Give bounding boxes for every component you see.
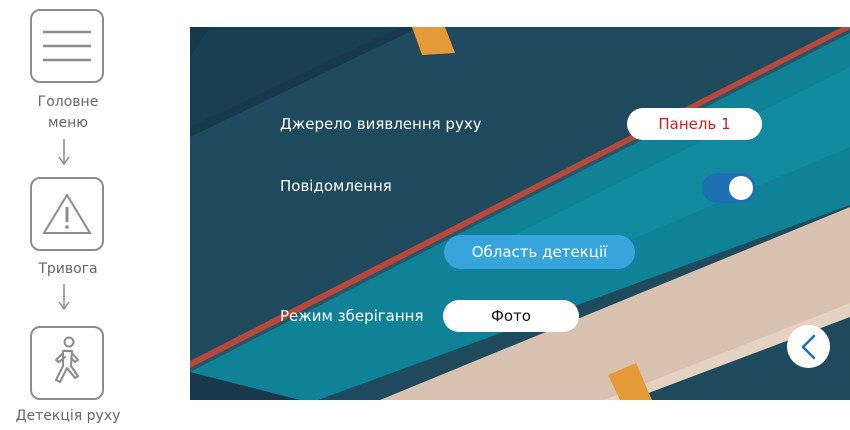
notifications-toggle[interactable] [702, 173, 756, 203]
background-wallpaper [190, 27, 850, 400]
main-menu-label-line2: меню [47, 115, 89, 131]
main-menu-label: Головне меню [0, 92, 136, 134]
alarm-tile[interactable] [30, 177, 104, 251]
motion-detection-label: Детекція руху [15, 408, 121, 424]
hamburger-menu-icon [43, 30, 91, 62]
navigation-path: Головне меню Тривога Детекція руху [0, 0, 140, 430]
device-screen: Джерело виявлення руху Панель 1 Повідомл… [190, 27, 850, 400]
main-menu-label-line1: Головне [37, 94, 99, 110]
storage-mode-label: Режим зберігання [280, 307, 424, 325]
warning-triangle-icon [42, 193, 92, 234]
alarm-label: Тривога [38, 261, 98, 277]
chevron-left-icon [801, 334, 815, 359]
storage-mode-button[interactable]: Фото [443, 300, 579, 332]
back-button[interactable] [787, 325, 830, 368]
down-arrow-icon [58, 284, 70, 311]
motion-source-label: Джерело виявлення руху [280, 115, 482, 133]
notifications-label: Повідомлення [280, 177, 392, 195]
detection-area-button[interactable]: Область детекції [444, 235, 635, 269]
toggle-knob [729, 176, 753, 200]
motion-detection-tile[interactable] [30, 326, 104, 400]
down-arrow-icon [58, 139, 70, 166]
motion-source-button[interactable]: Панель 1 [627, 108, 762, 140]
walking-person-icon [55, 336, 79, 383]
main-menu-tile[interactable] [30, 9, 104, 83]
